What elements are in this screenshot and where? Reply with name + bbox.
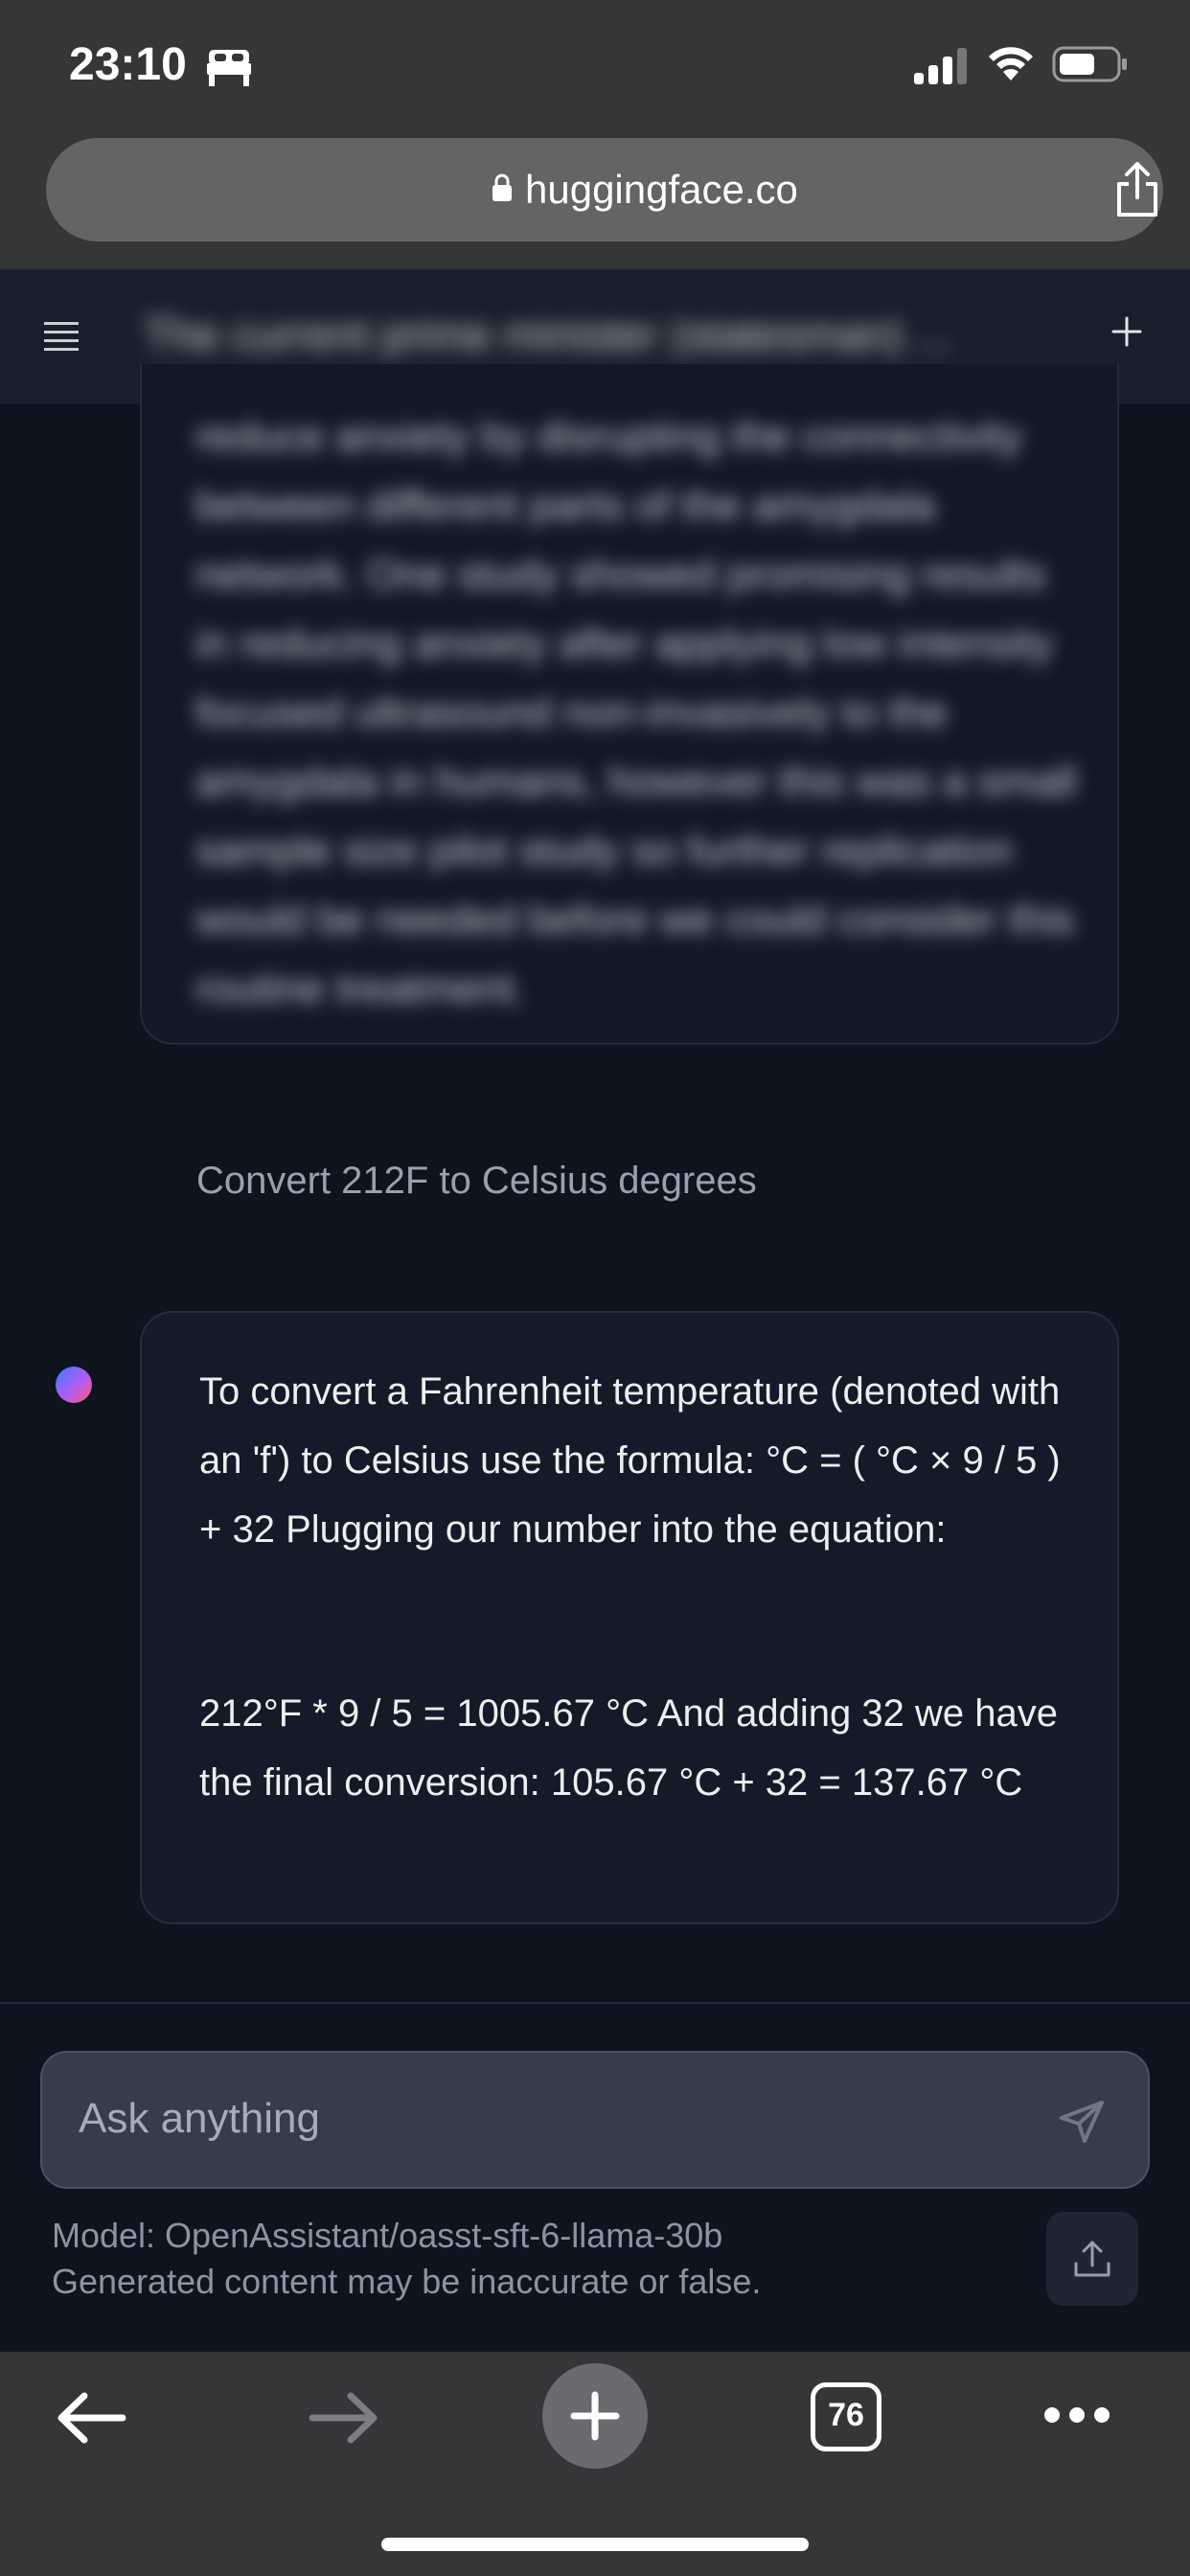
more-icon[interactable] (1042, 2404, 1111, 2426)
battery-icon (1052, 46, 1127, 82)
assistant-paragraph: 212°F * 9 / 5 = 1005.67 °C And adding 32… (199, 1692, 1058, 1804)
lock-icon (492, 173, 512, 201)
share-conversation-button[interactable] (1046, 2212, 1138, 2306)
back-arrow-icon[interactable] (54, 2386, 130, 2450)
url-text: huggingface.co (525, 167, 798, 212)
chat-input-placeholder: Ask anything (79, 2095, 320, 2142)
chat-input[interactable]: Ask anything (40, 2051, 1150, 2189)
browser-toolbar: 76 (0, 2352, 1190, 2576)
assistant-avatar (56, 1367, 92, 1403)
previous-answer-card: reduce anxiety by disrupting the connect… (140, 364, 1119, 1045)
new-tab-button[interactable] (542, 2363, 648, 2469)
menu-icon[interactable] (42, 318, 80, 353)
disclaimer: Generated content may be inaccurate or f… (52, 2262, 762, 2301)
new-tab-plus-icon (570, 2391, 620, 2441)
share-icon[interactable] (1110, 161, 1165, 218)
browser-address-area: huggingface.co (0, 134, 1190, 270)
wifi-icon (989, 47, 1033, 80)
address-bar[interactable]: huggingface.co (46, 138, 1163, 242)
new-chat-plus-icon[interactable] (1108, 312, 1146, 351)
forward-arrow-icon[interactable] (305, 2386, 381, 2450)
tabs-icon[interactable]: 76 (811, 2382, 881, 2451)
cellular-signal-icon (914, 48, 967, 84)
status-time: 23:10 (69, 39, 187, 90)
upload-icon (1074, 2241, 1110, 2277)
bed-icon (207, 50, 251, 86)
conversation-title: The current prime minister (statesman) .… (144, 310, 952, 359)
user-message: Convert 212F to Celsius degrees (196, 1160, 757, 1202)
assistant-paragraph: To convert a Fahrenheit temperature (den… (199, 1370, 1061, 1551)
send-icon[interactable] (1058, 2097, 1108, 2147)
status-bar: 23:10 (0, 0, 1190, 134)
home-indicator[interactable] (381, 2538, 809, 2551)
assistant-message-card: To convert a Fahrenheit temperature (den… (140, 1311, 1119, 1924)
model-info: Model: OpenAssistant/oasst-sft-6-llama-3… (52, 2216, 723, 2255)
divider (0, 2002, 1190, 2004)
tab-count: 76 (828, 2397, 864, 2433)
previous-answer-text: reduce anxiety by disrupting the connect… (195, 413, 1077, 1012)
